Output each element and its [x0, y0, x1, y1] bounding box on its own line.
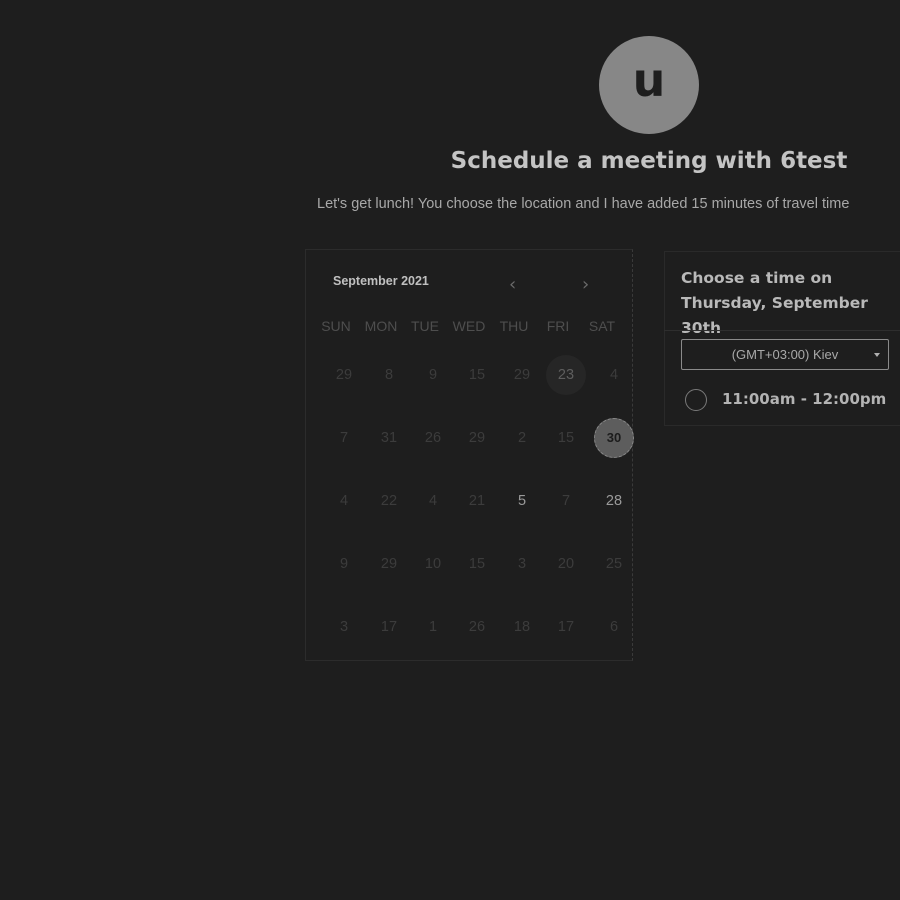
timezone-value: (GMT+03:00) Kiev — [731, 347, 839, 362]
calendar-day[interactable]: 26 — [457, 607, 497, 647]
timezone-select[interactable]: (GMT+03:00) Kiev — [681, 339, 889, 370]
caret-down-icon — [874, 353, 880, 357]
weekday-wed: WED — [452, 318, 486, 334]
calendar-day[interactable]: 17 — [546, 607, 586, 647]
calendar-day[interactable]: 10 — [413, 544, 453, 584]
page-title: Schedule a meeting with 6test — [450, 148, 848, 174]
calendar-day[interactable]: 17 — [369, 607, 409, 647]
time-slot-radio[interactable] — [685, 389, 707, 411]
weekday-sun: SUN — [321, 318, 351, 334]
calendar-day[interactable]: 18 — [502, 607, 542, 647]
time-slot-label[interactable]: 11:00am - 12:00pm — [722, 390, 886, 408]
weekday-sat: SAT — [588, 318, 616, 334]
panel-divider — [664, 330, 900, 331]
calendar-day[interactable]: 25 — [594, 544, 634, 584]
meeting-description: Let's get lunch! You choose the location… — [317, 196, 850, 212]
calendar-day[interactable]: 6 — [594, 607, 634, 647]
calendar-day[interactable]: 5 — [502, 481, 542, 521]
calendar-day[interactable]: 15 — [457, 355, 497, 395]
calendar-day[interactable]: 4 — [324, 481, 364, 521]
calendar-day[interactable]: 9 — [324, 544, 364, 584]
calendar-day[interactable]: 7 — [324, 418, 364, 458]
calendar-day[interactable]: 20 — [546, 544, 586, 584]
weekday-thu: THU — [499, 318, 529, 334]
calendar-day[interactable]: 8 — [369, 355, 409, 395]
calendar-day[interactable]: 29 — [324, 355, 364, 395]
calendar-day[interactable]: 29 — [502, 355, 542, 395]
chevron-right-icon[interactable]: › — [582, 274, 589, 295]
weekday-mon: MON — [364, 318, 398, 334]
chevron-left-icon[interactable]: ‹ — [509, 274, 516, 295]
weekday-fri: FRI — [546, 318, 570, 334]
calendar-day[interactable]: 15 — [546, 418, 586, 458]
calendar-day[interactable]: 28 — [594, 481, 634, 521]
calendar-day[interactable]: 2 — [502, 418, 542, 458]
calendar-day[interactable]: 26 — [413, 418, 453, 458]
calendar-month-label: September 2021 — [333, 274, 429, 288]
avatar: u — [599, 36, 699, 134]
calendar-day[interactable]: 21 — [457, 481, 497, 521]
calendar-day[interactable]: 31 — [369, 418, 409, 458]
calendar-day[interactable]: 22 — [369, 481, 409, 521]
calendar-day[interactable]: 15 — [457, 544, 497, 584]
calendar-day[interactable]: 7 — [546, 481, 586, 521]
calendar-day[interactable]: 29 — [369, 544, 409, 584]
calendar-day[interactable]: 4 — [413, 481, 453, 521]
calendar-day[interactable]: 29 — [457, 418, 497, 458]
weekday-tue: TUE — [411, 318, 439, 334]
calendar-day[interactable]: 3 — [502, 544, 542, 584]
calendar-day-selected[interactable]: 30 — [594, 418, 634, 458]
calendar-day[interactable]: 23 — [546, 355, 586, 395]
calendar-day[interactable]: 3 — [324, 607, 364, 647]
calendar-day[interactable]: 9 — [413, 355, 453, 395]
calendar-day[interactable]: 4 — [594, 355, 634, 395]
calendar-day[interactable]: 1 — [413, 607, 453, 647]
